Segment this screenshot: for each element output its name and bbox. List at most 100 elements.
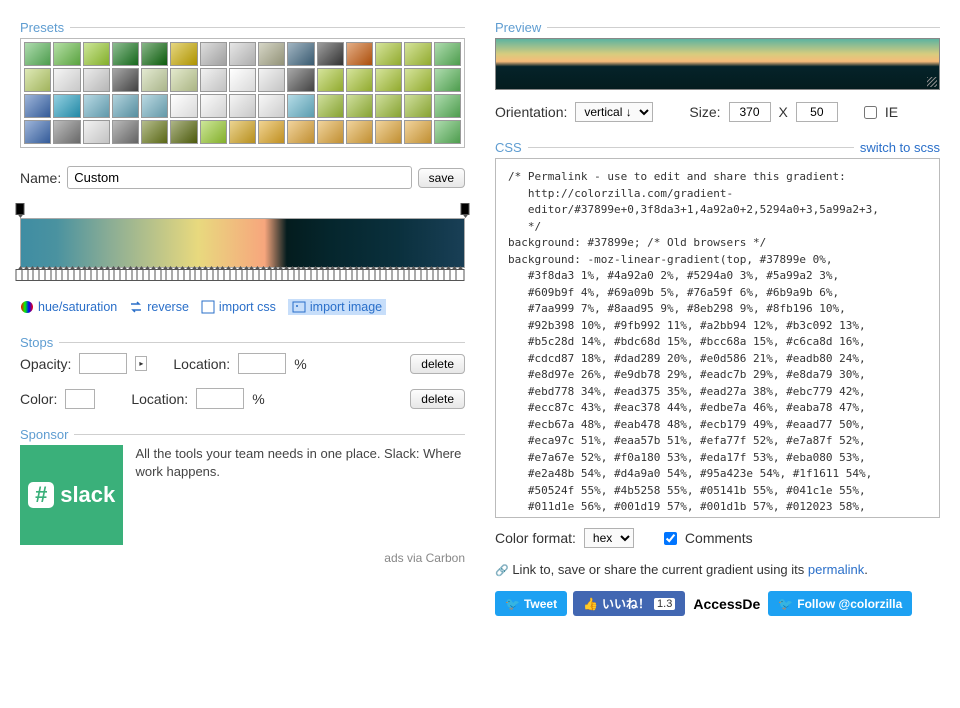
preset-swatch[interactable] [170,68,197,92]
preset-swatch[interactable] [434,120,461,144]
preset-swatch[interactable] [404,94,431,118]
preset-swatch[interactable] [434,68,461,92]
preset-swatch[interactable] [346,68,373,92]
preset-swatch[interactable] [200,94,227,118]
gradient-bar[interactable] [20,218,465,268]
preset-swatch[interactable] [434,42,461,66]
color-swatch-input[interactable] [65,389,95,409]
image-icon [292,300,306,314]
preset-swatch[interactable] [375,120,402,144]
preset-swatch[interactable] [317,42,344,66]
preset-swatch[interactable] [53,68,80,92]
preset-swatch[interactable] [229,42,256,66]
css-output[interactable]: /* Permalink - use to edit and share thi… [495,158,940,518]
preset-swatch[interactable] [229,94,256,118]
preset-swatch[interactable] [404,68,431,92]
preset-swatch[interactable] [200,42,227,66]
delete-opacity-button[interactable]: delete [410,354,465,374]
preset-swatch[interactable] [287,94,314,118]
save-button[interactable]: save [418,168,465,188]
preset-swatch[interactable] [24,94,51,118]
opacity-stepper-icon[interactable]: ▸ [135,356,147,371]
preset-swatch[interactable] [287,68,314,92]
preset-swatch[interactable] [53,120,80,144]
divider [20,342,465,343]
preset-swatch[interactable] [434,94,461,118]
size-width-input[interactable] [729,102,771,122]
preset-swatch[interactable] [170,120,197,144]
preset-swatch[interactable] [53,94,80,118]
tweet-button[interactable]: 🐦 Tweet [495,591,567,616]
importcss-tool[interactable]: import css [201,299,276,315]
switch-scss-link[interactable]: switch to scss [854,140,940,155]
preset-swatch[interactable] [317,120,344,144]
preset-swatch[interactable] [141,94,168,118]
orientation-select[interactable]: vertical ↓ [575,102,653,122]
presets-grid [20,38,465,148]
format-label: Color format: [495,530,576,546]
name-input[interactable] [67,166,411,189]
follow-button[interactable]: 🐦 Follow @colorzilla [768,591,912,616]
preset-swatch[interactable] [170,42,197,66]
preset-swatch[interactable] [404,120,431,144]
preset-swatch[interactable] [258,94,285,118]
comments-checkbox[interactable] [664,532,677,545]
ads-via-link[interactable]: ads via Carbon [20,551,465,565]
preset-swatch[interactable] [375,68,402,92]
preset-swatch[interactable] [346,94,373,118]
css-title: CSS [495,140,528,155]
preset-swatch[interactable] [83,120,110,144]
preset-swatch[interactable] [258,68,285,92]
delete-color-button[interactable]: delete [410,389,465,409]
preset-swatch[interactable] [287,120,314,144]
opacity-stop-handle[interactable] [461,203,470,215]
stops-section: Stops Opacity: ▸ Location: % delete Colo… [20,335,465,409]
preset-swatch[interactable] [112,120,139,144]
location-label: Location: [131,391,188,407]
preset-swatch[interactable] [112,42,139,66]
color-stop-handle[interactable] [455,269,464,281]
opacity-stop-handle[interactable] [16,203,25,215]
preset-swatch[interactable] [258,120,285,144]
preset-swatch[interactable] [287,42,314,66]
preset-swatch[interactable] [141,120,168,144]
preset-swatch[interactable] [346,120,373,144]
preset-swatch[interactable] [83,68,110,92]
preset-swatch[interactable] [83,94,110,118]
size-height-input[interactable] [796,102,838,122]
preset-swatch[interactable] [170,94,197,118]
sponsor-ad[interactable]: # slack All the tools your team needs in… [20,445,465,545]
preset-swatch[interactable] [53,42,80,66]
importimg-tool[interactable]: import image [288,299,386,315]
huesat-tool[interactable]: hue/saturation [20,299,117,315]
preset-swatch[interactable] [24,120,51,144]
preset-swatch[interactable] [141,68,168,92]
preset-swatch[interactable] [229,120,256,144]
preset-swatch[interactable] [346,42,373,66]
preset-swatch[interactable] [112,68,139,92]
reverse-tool[interactable]: reverse [129,299,189,315]
preset-swatch[interactable] [229,68,256,92]
preset-swatch[interactable] [83,42,110,66]
preset-swatch[interactable] [112,94,139,118]
preset-swatch[interactable] [375,94,402,118]
opacity-input[interactable] [79,353,127,374]
preview-box[interactable] [495,38,940,90]
preset-swatch[interactable] [317,68,344,92]
importcss-label: import css [219,300,276,314]
preset-swatch[interactable] [375,42,402,66]
ie-checkbox[interactable] [864,106,877,119]
preset-swatch[interactable] [404,42,431,66]
permalink[interactable]: permalink [808,562,864,577]
preset-swatch[interactable] [200,68,227,92]
opacity-location-input[interactable] [238,353,286,374]
format-select[interactable]: hex [584,528,634,548]
preset-swatch[interactable] [200,120,227,144]
preset-swatch[interactable] [141,42,168,66]
preset-swatch[interactable] [258,42,285,66]
color-location-input[interactable] [196,388,244,409]
preset-swatch[interactable] [317,94,344,118]
like-button[interactable]: 👍 いいね！ 1.3 [573,591,685,616]
preset-swatch[interactable] [24,68,51,92]
preset-swatch[interactable] [24,42,51,66]
